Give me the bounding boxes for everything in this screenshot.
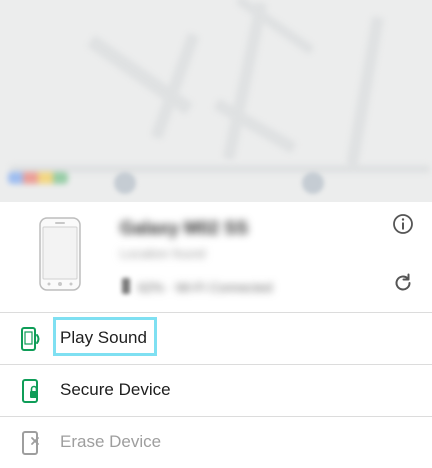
map-location-pin-icon [114,172,136,194]
phone-erase-icon [22,431,39,455]
refresh-icon [395,273,411,291]
map-logo [8,172,68,184]
map-location-pin-icon [302,172,324,194]
device-status: Location found [120,246,206,261]
battery-icon [122,278,130,294]
info-icon [393,214,413,234]
device-name: Galaxy M02 SS [120,218,249,238]
phone-lock-icon [22,379,38,403]
erase-device-label: Erase Device [60,432,162,451]
info-button[interactable] [389,210,417,238]
phone-sound-icon [21,327,40,351]
play-sound-action[interactable]: Play Sound [0,313,432,365]
refresh-button[interactable] [389,269,417,297]
map-view[interactable] [0,0,432,202]
secure-device-label: Secure Device [60,380,171,399]
secure-device-action[interactable]: Secure Device [0,365,432,417]
device-card: Galaxy M02 SS Location found 62% · Wi-Fi… [0,202,432,313]
device-battery-status: 62% · Wi-Fi Connected [138,280,273,295]
play-sound-label: Play Sound [60,328,147,347]
phone-image [39,217,81,291]
erase-device-action[interactable]: Erase Device [0,417,432,468]
